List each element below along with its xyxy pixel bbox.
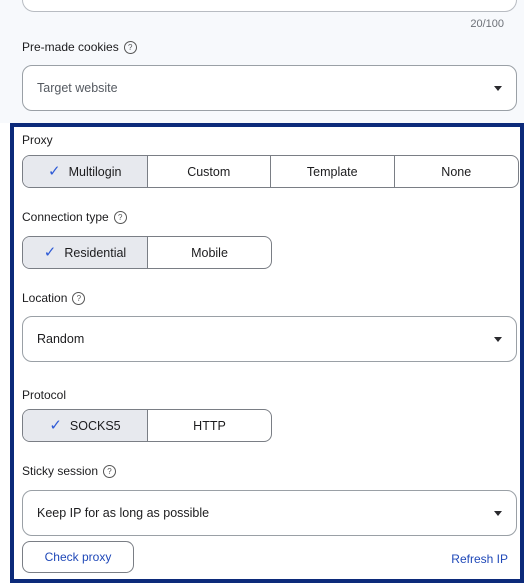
char-counter: 20/100: [470, 18, 504, 30]
proxy-option-label: Custom: [187, 164, 231, 179]
checkmark-icon: ✓: [43, 244, 57, 261]
proxy-option-multilogin[interactable]: ✓ Multilogin: [23, 156, 148, 187]
protocol-label-text: Protocol: [22, 388, 67, 402]
premade-cookies-label-text: Pre-made cookies: [22, 40, 119, 54]
connection-option-label: Residential: [64, 245, 127, 260]
chevron-down-icon: [494, 336, 502, 342]
refresh-ip-link[interactable]: Refresh IP: [451, 552, 508, 566]
proxy-option-label: Template: [306, 164, 358, 179]
proxy-label: Proxy: [22, 133, 53, 147]
proxy-option-template[interactable]: Template: [271, 156, 395, 187]
proxy-type-selector: ✓ Multilogin Custom Template None: [22, 155, 519, 188]
protocol-label: Protocol: [22, 388, 66, 402]
target-website-select[interactable]: Target website: [22, 65, 517, 111]
connection-option-residential[interactable]: ✓ Residential: [23, 237, 148, 268]
location-value: Random: [37, 332, 85, 346]
profile-notes-field[interactable]: [22, 0, 517, 12]
proxy-option-custom[interactable]: Custom: [148, 156, 271, 187]
chevron-down-icon: [494, 510, 502, 516]
sticky-session-label-text: Sticky session: [22, 464, 99, 478]
connection-type-selector: ✓ Residential Mobile: [22, 236, 272, 269]
sticky-session-value: Keep IP for as long as possible: [37, 506, 210, 520]
sticky-session-select[interactable]: Keep IP for as long as possible: [22, 490, 517, 536]
protocol-option-http[interactable]: HTTP: [148, 410, 271, 441]
help-icon[interactable]: ?: [103, 464, 117, 478]
premade-section: 20/100 Pre-made cookies ? Target website: [0, 0, 524, 123]
proxy-label-text: Proxy: [22, 133, 53, 147]
checkmark-icon: ✓: [49, 417, 62, 434]
proxy-option-none[interactable]: None: [395, 156, 519, 187]
location-label-text: Location: [22, 291, 68, 305]
connection-option-mobile[interactable]: Mobile: [148, 237, 271, 268]
chevron-down-icon: [494, 85, 502, 91]
connection-type-label-text: Connection type: [22, 210, 109, 224]
target-website-placeholder: Target website: [37, 81, 118, 95]
checkmark-icon: ✓: [48, 163, 61, 180]
help-icon[interactable]: ?: [72, 291, 86, 305]
location-label: Location ?: [22, 291, 86, 305]
help-icon[interactable]: ?: [113, 210, 127, 224]
connection-option-label: Mobile: [191, 245, 228, 260]
proxy-option-label: None: [441, 164, 472, 179]
help-icon[interactable]: ?: [123, 40, 137, 54]
proxy-option-label: Multilogin: [68, 164, 122, 179]
protocol-option-label: SOCKS5: [69, 418, 121, 433]
sticky-session-label: Sticky session ?: [22, 464, 117, 478]
protocol-option-label: HTTP: [193, 418, 226, 433]
protocol-selector: ✓ SOCKS5 HTTP: [22, 409, 272, 442]
premade-cookies-label: Pre-made cookies ?: [22, 40, 137, 54]
check-proxy-button[interactable]: Check proxy: [22, 541, 134, 573]
location-select[interactable]: Random: [22, 316, 517, 362]
connection-type-label: Connection type ?: [22, 210, 127, 224]
protocol-option-socks5[interactable]: ✓ SOCKS5: [23, 410, 148, 441]
